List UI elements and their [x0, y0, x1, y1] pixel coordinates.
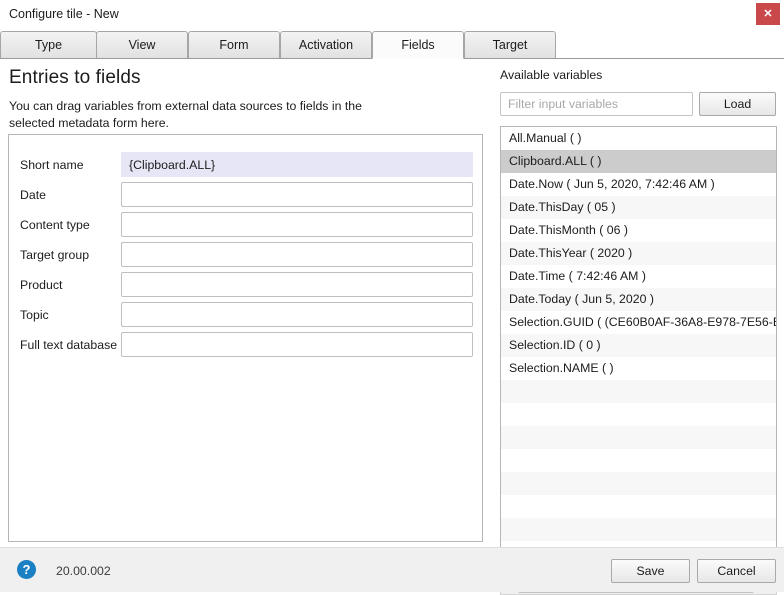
- close-icon: ✕: [763, 7, 773, 20]
- variable-list-empty-row: [501, 495, 776, 518]
- tab-type[interactable]: Type: [0, 31, 97, 59]
- variable-list-item[interactable]: Selection.ID ( 0 ): [501, 334, 776, 357]
- form-row: Short name: [9, 152, 482, 182]
- window-title: Configure tile - New: [9, 7, 119, 21]
- available-variables-label: Available variables: [500, 68, 603, 82]
- variable-list-item[interactable]: All.Manual ( ): [501, 127, 776, 150]
- field-input-topic[interactable]: [121, 302, 473, 327]
- variable-list-item[interactable]: Date.ThisYear ( 2020 ): [501, 242, 776, 265]
- form-row: Content type: [9, 212, 482, 242]
- field-label: Full text database: [20, 338, 118, 352]
- tab-target[interactable]: Target: [464, 31, 556, 59]
- page-description: You can drag variables from external dat…: [9, 99, 362, 130]
- tab-label: Activation: [298, 38, 354, 52]
- field-label: Topic: [20, 308, 49, 322]
- title-bar: Configure tile - New ✕: [0, 0, 784, 29]
- configure-tile-dialog: Configure tile - New ✕ Type View Form Activ…: [0, 0, 784, 595]
- variable-list-empty-row: [501, 380, 776, 403]
- variable-list-item[interactable]: Date.ThisDay ( 05 ): [501, 196, 776, 219]
- variable-list-item[interactable]: Date.Today ( Jun 5, 2020 ): [501, 288, 776, 311]
- field-input-date[interactable]: [121, 182, 473, 207]
- form-row: Product: [9, 272, 482, 302]
- field-input-full-text-database[interactable]: [121, 332, 473, 357]
- field-label: Target group: [20, 248, 90, 262]
- version-label: 20.00.002: [56, 564, 111, 578]
- tab-fields[interactable]: Fields: [372, 31, 464, 59]
- dialog-footer: ? 20.00.002 Save Cancel: [0, 547, 784, 592]
- form-row: Date: [9, 182, 482, 212]
- variable-list-item[interactable]: Selection.NAME ( ): [501, 357, 776, 380]
- form-row: Full text database: [9, 332, 482, 362]
- field-input-product[interactable]: [121, 272, 473, 297]
- tab-activation[interactable]: Activation: [280, 31, 372, 59]
- tab-view[interactable]: View: [96, 31, 188, 59]
- available-variables-pane: Available variables Load All.Manual ( )C…: [492, 59, 784, 595]
- field-input-target-group[interactable]: [121, 242, 473, 267]
- field-label: Date: [20, 188, 46, 202]
- variable-list-item[interactable]: Date.Now ( Jun 5, 2020, 7:42:46 AM ): [501, 173, 776, 196]
- variable-list-empty-row: [501, 449, 776, 472]
- filter-variables-input[interactable]: [500, 92, 693, 116]
- page-title: Entries to fields: [9, 67, 141, 88]
- variable-list-empty-row: [501, 426, 776, 449]
- form-row: Topic: [9, 302, 482, 332]
- tab-label: Target: [492, 38, 528, 52]
- tab-label: Form: [219, 38, 249, 52]
- cancel-button[interactable]: Cancel: [697, 559, 776, 583]
- metadata-form-box: Short name Date Content type Target group Pr…: [8, 134, 483, 542]
- field-input-content-type[interactable]: [121, 212, 473, 237]
- close-button[interactable]: ✕: [756, 3, 780, 25]
- field-label: Product: [20, 278, 63, 292]
- variable-list-item[interactable]: Date.Time ( 7:42:46 AM ): [501, 265, 776, 288]
- variable-list-empty-row: [501, 518, 776, 541]
- form-row: Target group: [9, 242, 482, 272]
- tab-form[interactable]: Form: [188, 31, 280, 59]
- variable-list-empty-row: [501, 403, 776, 426]
- tab-label: Type: [34, 38, 63, 52]
- variable-list-item[interactable]: Selection.GUID ( (CE60B0AF-36A8-E978-7E5…: [501, 311, 776, 334]
- variable-list-item[interactable]: Date.ThisMonth ( 06 ): [501, 219, 776, 242]
- save-button[interactable]: Save: [611, 559, 690, 583]
- variables-listbox[interactable]: All.Manual ( ) Clipboard.ALL ( ) Date.Now …: [500, 126, 777, 578]
- field-label: Short name: [20, 158, 84, 172]
- variable-list-empty-row: [501, 472, 776, 495]
- tab-strip: Type View Form Activation Fields Target: [0, 30, 784, 59]
- tab-label: View: [128, 38, 156, 52]
- field-input-short-name[interactable]: [121, 152, 473, 177]
- help-icon[interactable]: ?: [17, 560, 36, 579]
- field-label: Content type: [20, 218, 90, 232]
- load-button[interactable]: Load: [699, 92, 776, 116]
- variable-list-item[interactable]: Clipboard.ALL ( ): [501, 150, 776, 173]
- entries-to-fields-pane: Entries to fields You can drag variables…: [0, 59, 492, 547]
- tab-label: Fields: [401, 38, 435, 52]
